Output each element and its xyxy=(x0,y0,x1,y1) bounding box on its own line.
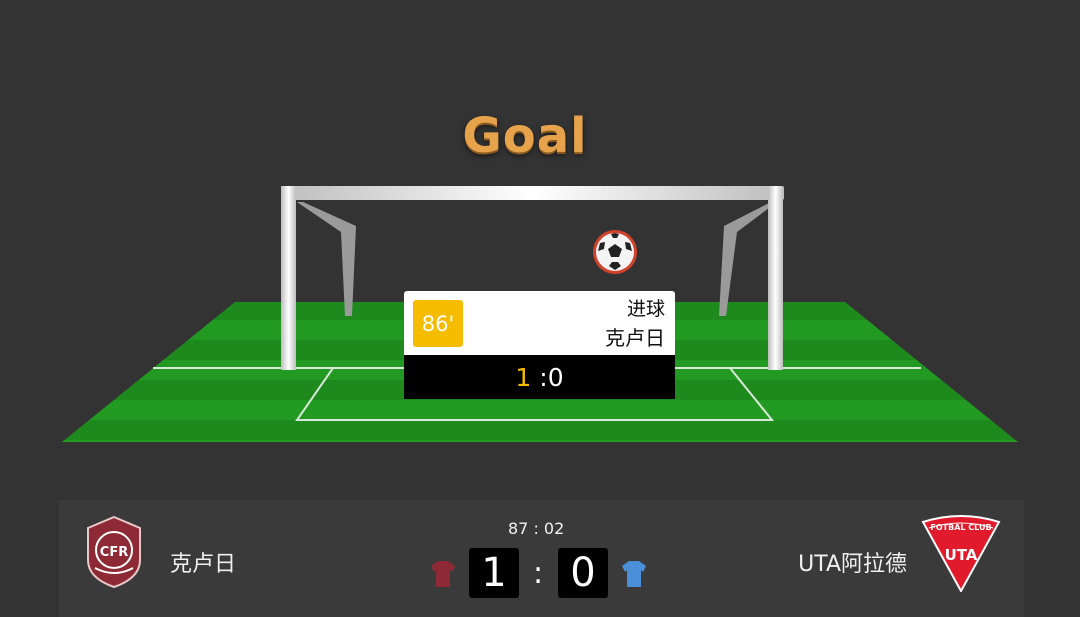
home-score: 1 xyxy=(469,548,519,598)
goal-title: Goal xyxy=(462,108,588,164)
match-clock: 87 : 02 xyxy=(508,519,565,538)
away-team-logo[interactable]: FOTBAL CLUB UTA xyxy=(921,514,1001,592)
pitch-illustration xyxy=(62,186,1018,442)
goal-back-left xyxy=(297,202,356,316)
goal-right-post xyxy=(768,186,783,370)
event-minute-badge: 86' xyxy=(413,300,463,347)
home-team-logo[interactable]: CFR xyxy=(85,516,143,588)
soccer-ball-icon xyxy=(593,230,637,274)
scoreboard-bar: CFR 克卢日 87 : 02 1 : 0 UTA阿拉德 FOTBAL CLUB… xyxy=(59,500,1024,617)
away-score: 0 xyxy=(558,548,608,598)
event-score: 1 :0 xyxy=(404,355,675,399)
event-info: 86' 进球 克卢日 xyxy=(404,291,675,355)
event-score-home: 1 xyxy=(515,362,532,392)
event-score-away: :0 xyxy=(539,362,564,392)
goal-left-post xyxy=(281,186,296,370)
goal-animation-stage: Goal 86' 进球 克卢日 1 :0 xyxy=(0,0,1080,500)
goal-event-card: 86' 进球 克卢日 1 :0 xyxy=(404,291,675,399)
away-jersey-icon xyxy=(622,561,646,587)
event-type-label: 进球 xyxy=(626,298,665,320)
goal-crossbar xyxy=(281,186,784,200)
event-team-label: 克卢日 xyxy=(605,326,665,350)
home-jersey-icon xyxy=(431,561,455,587)
away-team-name[interactable]: UTA阿拉德 xyxy=(798,546,907,578)
home-team-name[interactable]: 克卢日 xyxy=(170,546,236,578)
score-separator: : xyxy=(532,556,544,591)
home-logo-text: CFR xyxy=(100,545,128,560)
away-logo-text: UTA xyxy=(945,546,978,564)
away-logo-arc-text: FOTBAL CLUB xyxy=(930,523,991,532)
